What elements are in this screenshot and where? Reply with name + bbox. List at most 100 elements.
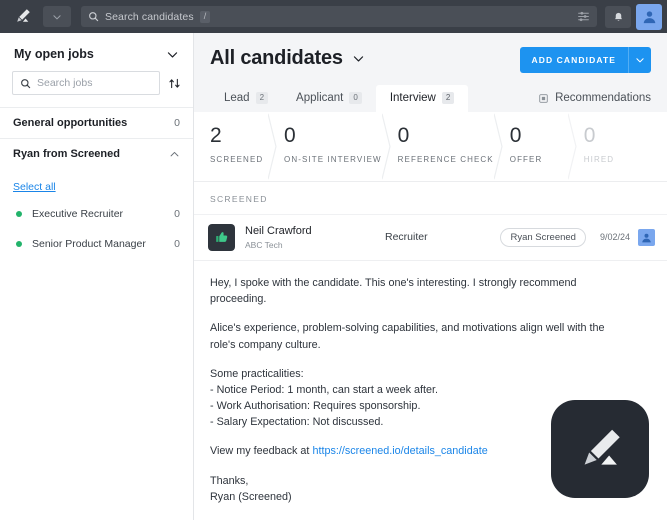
pencil-brand-icon: [584, 429, 620, 465]
recommendations-button[interactable]: Recommendations: [538, 92, 651, 112]
account-avatar-button[interactable]: [636, 3, 662, 30]
status-dot-open: [16, 211, 22, 217]
stat-label: HIRED: [583, 155, 615, 165]
feedback-prefix: View my feedback at: [210, 445, 313, 458]
message-paragraph-2: Alice's experience, problem-solving capa…: [210, 322, 605, 351]
chevron-down-icon[interactable]: [352, 52, 365, 65]
tab-label: Interview: [389, 92, 436, 104]
sidebar-section-general-opportunities[interactable]: General opportunities 0: [0, 107, 193, 138]
search-shortcut-key: /: [199, 10, 211, 23]
workspace-switcher-button[interactable]: [43, 6, 71, 27]
candidate-avatar: [208, 223, 235, 251]
stat-value: 0: [509, 124, 522, 147]
stage-chevron-divider-icon: [493, 112, 503, 181]
sidebar-header[interactable]: My open jobs: [0, 33, 193, 71]
pipeline-stats: 2 SCREENED 0 ON-SITE INTERVIEW 0 REFEREN…: [194, 112, 667, 182]
stat-value: 0: [583, 124, 596, 147]
stat-label: ON-SITE INTERVIEW: [284, 155, 382, 165]
sidebar-job-count: 0: [174, 208, 180, 220]
global-search-placeholder: Search candidates: [105, 10, 194, 23]
user-avatar-icon: [643, 11, 655, 24]
sidebar-search-row: Search jobs: [0, 71, 193, 107]
candidate-identity: Neil Crawford ABC Tech: [245, 225, 385, 251]
sidebar-job-executive-recruiter[interactable]: Executive Recruiter 0: [0, 199, 193, 229]
sidebar-section-ryan-from-screened[interactable]: Ryan from Screened: [0, 138, 193, 169]
sidebar-job-name: Senior Product Manager: [32, 238, 146, 250]
feedback-link[interactable]: https://screened.io/details_candidate: [312, 445, 487, 457]
candidate-name: Neil Crawford: [245, 224, 312, 237]
chevron-down-icon[interactable]: [166, 48, 179, 61]
tabs: Lead 2 Applicant 0 Interview 2: [210, 85, 469, 112]
add-candidate-button[interactable]: ADD CANDIDATE: [519, 47, 628, 73]
chevron-down-icon: [53, 14, 61, 19]
sidebar-section-label: General opportunities: [13, 117, 128, 129]
tab-label: Lead: [224, 92, 250, 104]
candidate-date: 9/02/24: [599, 232, 630, 243]
sidebar-section-label: Ryan from Screened: [13, 148, 120, 160]
sidebar: My open jobs Search jobs General opportu…: [0, 33, 194, 520]
candidate-role: Recruiter: [385, 231, 428, 244]
grid-square-icon: [539, 93, 548, 103]
practicalities-item-2: - Work Authorisation: Requires sponsorsh…: [210, 400, 421, 413]
sidebar-job-count: 0: [174, 238, 180, 250]
tab-applicant[interactable]: Applicant 0: [282, 85, 376, 112]
status-dot-open: [16, 241, 22, 247]
candidate-source-pill: Ryan Screened: [500, 227, 586, 247]
practicalities-heading: Some practicalities:: [210, 367, 304, 380]
candidate-row[interactable]: Neil Crawford ABC Tech Recruiter Ryan Sc…: [194, 215, 667, 261]
tabs-row: Lead 2 Applicant 0 Interview 2 Recommend…: [194, 85, 667, 112]
select-all-link-wrap: Select all: [0, 169, 193, 199]
add-candidate-dropdown-button[interactable]: [628, 47, 651, 73]
user-avatar-icon: [642, 233, 651, 243]
app-root: Search candidates / My open jobs Search …: [0, 0, 667, 520]
signoff-line-2: Ryan (Screened): [210, 490, 292, 503]
chevron-down-icon: [636, 58, 644, 63]
candidate-owner-avatar[interactable]: [638, 228, 655, 246]
stage-chevron-divider-icon: [268, 112, 277, 181]
sort-arrows-icon[interactable]: [168, 77, 181, 90]
stage-chevron-divider-icon: [567, 112, 577, 181]
global-search-input[interactable]: Search candidates /: [81, 6, 597, 27]
filter-sliders-icon[interactable]: [577, 10, 590, 23]
stat-label: REFERENCE CHECK: [397, 155, 494, 165]
add-candidate-group: ADD CANDIDATE: [519, 47, 651, 73]
search-jobs-input[interactable]: Search jobs: [12, 71, 160, 95]
notifications-button[interactable]: [605, 5, 631, 28]
stage-chevron-divider-icon: [381, 112, 391, 181]
stat-value: 2: [210, 124, 222, 147]
tab-label: Applicant: [296, 92, 344, 104]
stat-label: SCREENED: [210, 155, 264, 165]
section-label-screened: SCREENED: [194, 182, 667, 215]
page-title: All candidates: [210, 47, 343, 69]
stat-hired[interactable]: 0 HIRED: [567, 112, 667, 181]
sidebar-job-name: Executive Recruiter: [32, 208, 124, 220]
page-header: All candidates ADD CANDIDATE: [194, 33, 667, 73]
sidebar-heading: My open jobs: [14, 47, 94, 61]
tab-lead[interactable]: Lead 2: [210, 85, 282, 112]
search-icon: [21, 78, 31, 88]
tab-badge: 2: [441, 92, 455, 104]
stat-reference-check[interactable]: 0 REFERENCE CHECK: [381, 112, 494, 181]
bell-icon: [614, 12, 622, 21]
stat-screened[interactable]: 2 SCREENED: [194, 112, 268, 181]
stat-value: 0: [284, 124, 296, 147]
select-all-link[interactable]: Select all: [13, 181, 56, 193]
signoff-line-1: Thanks,: [210, 474, 249, 487]
tab-interview[interactable]: Interview 2: [375, 85, 469, 112]
practicalities-item-1: - Notice Period: 1 month, can start a we…: [210, 383, 439, 396]
stat-on-site-interview[interactable]: 0 ON-SITE INTERVIEW: [268, 112, 382, 181]
stat-label: OFFER: [509, 155, 543, 165]
chevron-up-icon[interactable]: [169, 149, 180, 160]
stat-offer[interactable]: 0 OFFER: [493, 112, 568, 181]
search-jobs-placeholder: Search jobs: [37, 77, 93, 89]
page-title-group[interactable]: All candidates: [210, 47, 365, 70]
message-paragraph-1: Hey, I spoke with the candidate. This on…: [210, 276, 577, 306]
candidate-company: ABC Tech: [245, 240, 283, 251]
app-logo[interactable]: [5, 3, 39, 30]
body: My open jobs Search jobs General opportu…: [0, 33, 667, 520]
brand-floating-button[interactable]: [551, 400, 649, 498]
thumbs-up-icon: [216, 232, 228, 242]
tab-badge: 0: [349, 92, 362, 104]
search-icon: [89, 12, 99, 22]
sidebar-job-senior-product-manager[interactable]: Senior Product Manager 0: [0, 229, 193, 259]
